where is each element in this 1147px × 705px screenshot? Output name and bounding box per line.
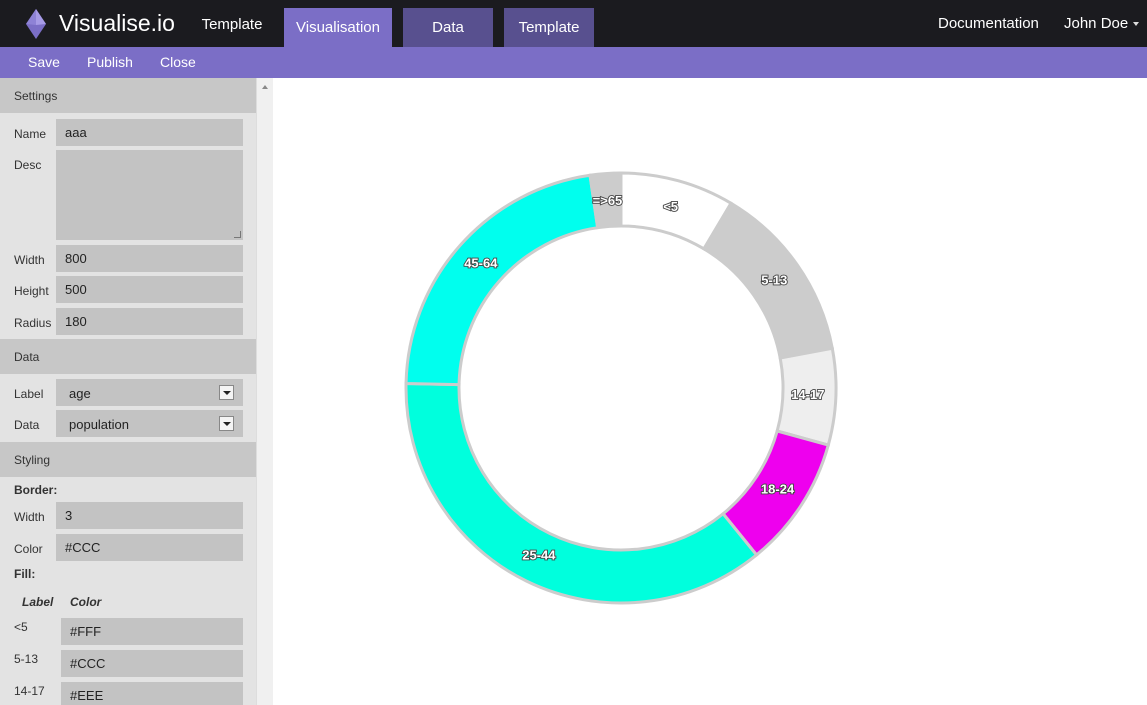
styling-title: Styling [14,453,51,467]
width-input[interactable] [56,245,243,272]
border-width-input[interactable] [56,502,243,529]
nav-template-link[interactable]: Template [201,14,263,34]
diamond-logo-icon [26,9,46,39]
fill-heading: Fill: [14,567,36,581]
fill-color-input[interactable] [61,682,243,705]
tab-visualisation[interactable]: Visualisation [284,8,392,47]
slice-label: =>65 [593,193,623,208]
label-select-value: age [69,386,91,401]
name-input[interactable] [56,119,243,146]
settings-section-header[interactable]: Settings [0,78,256,113]
data-select-value: population [69,417,129,432]
label-select[interactable]: age [56,379,243,406]
tab-template[interactable]: Template [504,8,594,47]
border-color-label: Color [14,542,43,556]
desc-label: Desc [14,158,42,172]
sidebar-scrollbar[interactable] [256,78,273,705]
settings-sidebar: Settings Name Desc Width Height Radius D… [0,78,256,705]
slice-label: 25-44 [522,547,556,562]
resize-handle-icon[interactable] [234,231,241,238]
desc-wrapper [56,150,243,240]
data-section-header[interactable]: Data [0,339,256,374]
radius-label: Radius [14,316,52,330]
donut-slice[interactable] [404,173,600,387]
border-width-label: Width [14,510,45,524]
publish-button[interactable]: Publish [87,54,133,70]
fill-color-input[interactable] [61,618,243,645]
close-button[interactable]: Close [160,54,196,70]
height-input[interactable] [56,276,243,303]
dropdown-arrow-icon[interactable] [219,385,234,400]
user-menu[interactable]: John Doe [1064,15,1140,32]
documentation-link[interactable]: Documentation [938,15,1039,32]
slice-label: 5-13 [761,272,787,287]
border-heading: Border: [14,483,58,497]
donut-chart: <5 5-13 14-17 18-24 25-44 45-64 =>65 [404,171,838,605]
caret-down-icon [1133,22,1140,27]
data-select[interactable]: population [56,410,243,437]
height-label: Height [14,284,49,298]
data-field-label: Data [14,418,40,432]
fill-color-input[interactable] [61,650,243,677]
slice-label: <5 [663,199,678,214]
slice-label: 18-24 [761,482,795,497]
action-toolbar: Save Publish Close [0,47,1147,78]
border-color-input[interactable] [56,534,243,561]
desc-textarea[interactable] [56,150,243,240]
brand-name[interactable]: Visualise.io [59,10,175,37]
width-label: Width [14,253,45,267]
save-button[interactable]: Save [28,54,60,70]
radius-input[interactable] [56,308,243,335]
data-section-title: Data [14,350,40,364]
slice-label: 14-17 [791,387,824,402]
fill-row-label: 5-13 [14,652,39,666]
fill-row-label: <5 [14,620,28,634]
fill-column-label-header: Label [22,595,54,609]
settings-title: Settings [14,89,58,103]
slice-label: 45-64 [464,256,498,271]
top-navbar: Visualise.io Template Visualisation Data… [0,0,1147,47]
label-field-label: Label [14,387,44,401]
dropdown-arrow-icon[interactable] [219,416,234,431]
donut-slice[interactable] [404,382,759,605]
name-label: Name [14,127,47,141]
scroll-up-arrow-icon[interactable] [262,85,268,89]
fill-column-color-header: Color [70,595,102,609]
fill-row-label: 14-17 [14,684,45,698]
styling-section-header[interactable]: Styling [0,442,256,477]
user-name: John Doe [1064,15,1129,32]
tab-data[interactable]: Data [403,8,493,47]
